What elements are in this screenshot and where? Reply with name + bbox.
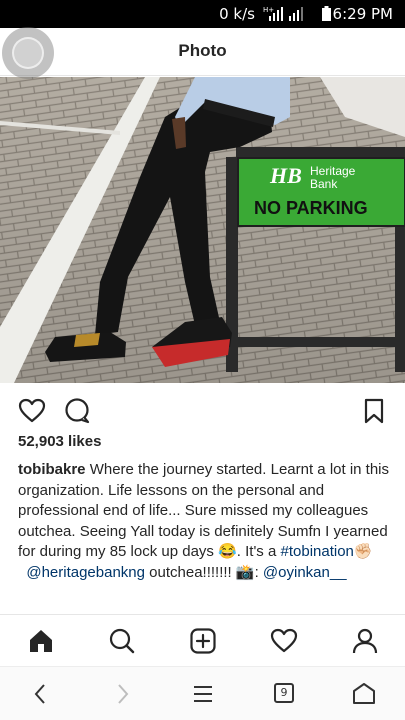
network-speed: 0 k/s — [219, 5, 255, 23]
page-title: Photo — [178, 41, 227, 60]
top-bar: Photo — [0, 28, 405, 76]
caption-after-mention: outchea!!!!!!! — [145, 563, 236, 581]
back-chevron-icon[interactable] — [28, 681, 54, 707]
post-actions — [0, 392, 405, 430]
mention-heritagebank[interactable]: @heritagebankng — [26, 564, 145, 581]
signal-icon: H+ — [263, 6, 303, 21]
camera-emoji: 📸 — [235, 563, 255, 581]
sign-brand-line1: Heritage — [310, 164, 356, 178]
floating-assist-button[interactable] — [2, 27, 54, 79]
sign-brand-line2: Bank — [310, 177, 338, 191]
activity-heart-icon[interactable] — [270, 627, 298, 655]
hashtag-link[interactable]: #tobination — [281, 543, 354, 560]
bookmark-icon[interactable] — [360, 397, 388, 425]
heritage-bank-logo: HB — [270, 163, 302, 188]
floating-assist-inner — [12, 37, 44, 69]
profile-icon[interactable] — [351, 627, 379, 655]
caption-colon: : — [254, 563, 259, 581]
fist-emoji: ✊🏻 — [353, 543, 373, 560]
post-caption: tobibakre Where the journey started. Lea… — [18, 460, 393, 583]
add-post-icon[interactable] — [189, 627, 217, 655]
system-navigation — [0, 666, 405, 720]
post-photo[interactable]: HB Heritage Bank NO PARKING — [0, 77, 405, 383]
bottom-navigation — [0, 614, 405, 666]
comment-icon[interactable] — [63, 397, 91, 425]
caption-username[interactable]: tobibakre — [18, 461, 86, 478]
likes-count[interactable]: 52,903 likes — [18, 433, 101, 450]
sign-board: HB Heritage Bank NO PARKING — [240, 160, 403, 224]
tabs-button[interactable]: 9 — [274, 683, 294, 703]
mention-oyinkan[interactable]: @oyinkan__ — [263, 564, 347, 581]
clock: 6:29 PM — [332, 5, 393, 23]
search-icon[interactable] — [108, 627, 136, 655]
battery-icon — [322, 6, 331, 21]
photo-scene — [0, 77, 405, 383]
home-icon[interactable] — [27, 627, 55, 655]
sign-text: NO PARKING — [254, 198, 368, 218]
home-circle-icon[interactable] — [351, 681, 377, 707]
status-bar: 0 k/s H+ 6:29 PM — [0, 0, 405, 28]
forward-chevron-icon[interactable] — [109, 681, 135, 707]
heart-icon[interactable] — [18, 397, 46, 425]
network-type: H+ — [263, 6, 274, 14]
menu-icon[interactable] — [190, 681, 216, 707]
